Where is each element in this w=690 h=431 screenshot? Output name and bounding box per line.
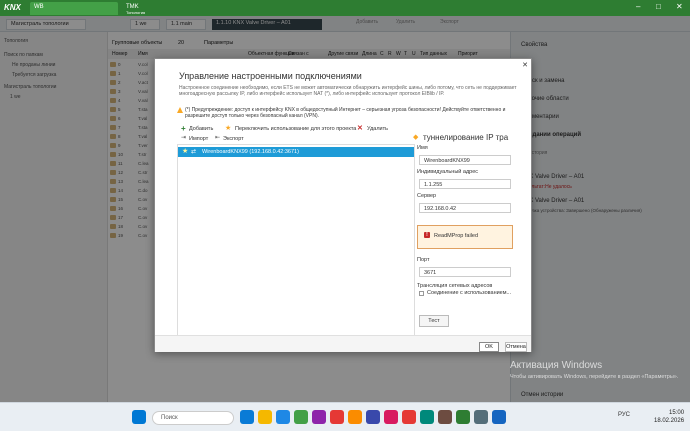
clock-date: 18.02.2026: [654, 418, 685, 424]
maximize-icon[interactable]: □: [656, 2, 661, 11]
ets-logo: KNX: [4, 3, 21, 12]
app-icon-6[interactable]: [330, 410, 344, 424]
window-close-icon[interactable]: ✕: [676, 2, 683, 11]
app-icon-4[interactable]: [294, 410, 308, 424]
taskbar: Поиск РУС 15:00 18.02.2026: [0, 402, 690, 431]
dialog-description: Настроенное соединение необходимо, если …: [179, 85, 517, 97]
app-icon-11[interactable]: [420, 410, 434, 424]
name-label: Имя: [417, 145, 428, 151]
server-field[interactable]: 192.168.0.42: [419, 203, 511, 213]
add-button[interactable]: Добавить: [189, 126, 213, 132]
delete-icon[interactable]: ✕: [357, 125, 363, 132]
app-titlebar: KNX WB TMK Топология – □ ✕: [0, 0, 690, 16]
app-icon-5[interactable]: [312, 410, 326, 424]
activation-text: Чтобы активировать Windows, перейдите в …: [510, 374, 679, 380]
language-indicator[interactable]: РУС: [618, 412, 630, 418]
dialog-footer: [155, 335, 531, 352]
port-field[interactable]: 3671: [419, 267, 511, 277]
tunnel-icon: ◆: [413, 134, 419, 141]
warning-icon: [177, 107, 183, 113]
import-icon[interactable]: ⇥: [181, 135, 186, 141]
error-message: ! ReadMProp failed: [417, 225, 513, 249]
activation-title: Активация Windows: [510, 360, 603, 371]
add-icon[interactable]: +: [181, 125, 186, 133]
address-field[interactable]: 1.1.255: [419, 179, 511, 189]
tab-tmk[interactable]: TMK Топология: [122, 2, 182, 15]
app-icon-9[interactable]: [384, 410, 398, 424]
favorite-star-icon[interactable]: ★: [182, 148, 188, 155]
cancel-button[interactable]: Отмена: [505, 342, 527, 352]
minimize-icon[interactable]: –: [636, 2, 640, 11]
connection-row[interactable]: ★ ⇄ WirenboardKNX99 (192.168.0.42:3671): [178, 147, 414, 157]
import-button[interactable]: Импорт: [189, 136, 208, 142]
toggle-project-button[interactable]: Переключить использование для этого прое…: [235, 126, 356, 132]
dialog-warning: (*) Предупреждение: доступ к интерфейсу …: [185, 107, 506, 119]
app-icon-14[interactable]: [474, 410, 488, 424]
app-icon-7[interactable]: [348, 410, 362, 424]
app-icon-3[interactable]: [276, 410, 290, 424]
nat-checkbox-label: Соединение с использованием...: [427, 290, 512, 296]
ets-taskbar-icon[interactable]: [456, 410, 470, 424]
detail-heading: туннелирование IP тра: [423, 133, 509, 142]
nat-label: Трансляция сетевых адресов: [417, 283, 493, 289]
app-icon-15[interactable]: [492, 410, 506, 424]
edge-icon[interactable]: [240, 410, 254, 424]
app-icon-8[interactable]: [366, 410, 380, 424]
name-field[interactable]: WirenboardKNX99: [419, 155, 511, 165]
connections-list[interactable]: ★ ⇄ WirenboardKNX99 (192.168.0.42:3671): [177, 144, 415, 350]
test-button[interactable]: Тест: [419, 315, 449, 327]
taskbar-search[interactable]: Поиск: [152, 411, 234, 425]
connection-label: WirenboardKNX99 (192.168.0.42:3671): [202, 149, 299, 155]
connections-dialog: ✕ Управление настроенными подключениями …: [154, 58, 532, 352]
error-text: ReadMProp failed: [434, 233, 479, 239]
app-icon-12[interactable]: [438, 410, 452, 424]
error-icon: !: [424, 232, 430, 238]
server-label: Сервер: [417, 193, 437, 199]
nat-checkbox[interactable]: [419, 291, 424, 296]
export-icon[interactable]: ⇤: [215, 135, 220, 141]
dialog-title: Управление настроенными подключениями: [179, 71, 362, 81]
export-button[interactable]: Экспорт: [223, 136, 244, 142]
tab-wb[interactable]: WB: [30, 2, 118, 15]
delete-button[interactable]: Удалить: [367, 126, 388, 132]
ok-button[interactable]: OK: [479, 342, 499, 352]
explorer-icon[interactable]: [258, 410, 272, 424]
clock[interactable]: 15:00 18.02.2026: [654, 409, 684, 425]
connection-arrow-icon: ⇄: [191, 149, 197, 155]
dialog-close-icon[interactable]: ✕: [519, 61, 531, 71]
start-icon[interactable]: [132, 410, 146, 424]
star-icon[interactable]: ★: [225, 125, 231, 132]
port-label: Порт: [417, 257, 430, 263]
address-label: Индивидуальный адрес: [417, 169, 479, 175]
clock-time: 15:00: [669, 410, 685, 416]
opera-icon[interactable]: [402, 410, 416, 424]
